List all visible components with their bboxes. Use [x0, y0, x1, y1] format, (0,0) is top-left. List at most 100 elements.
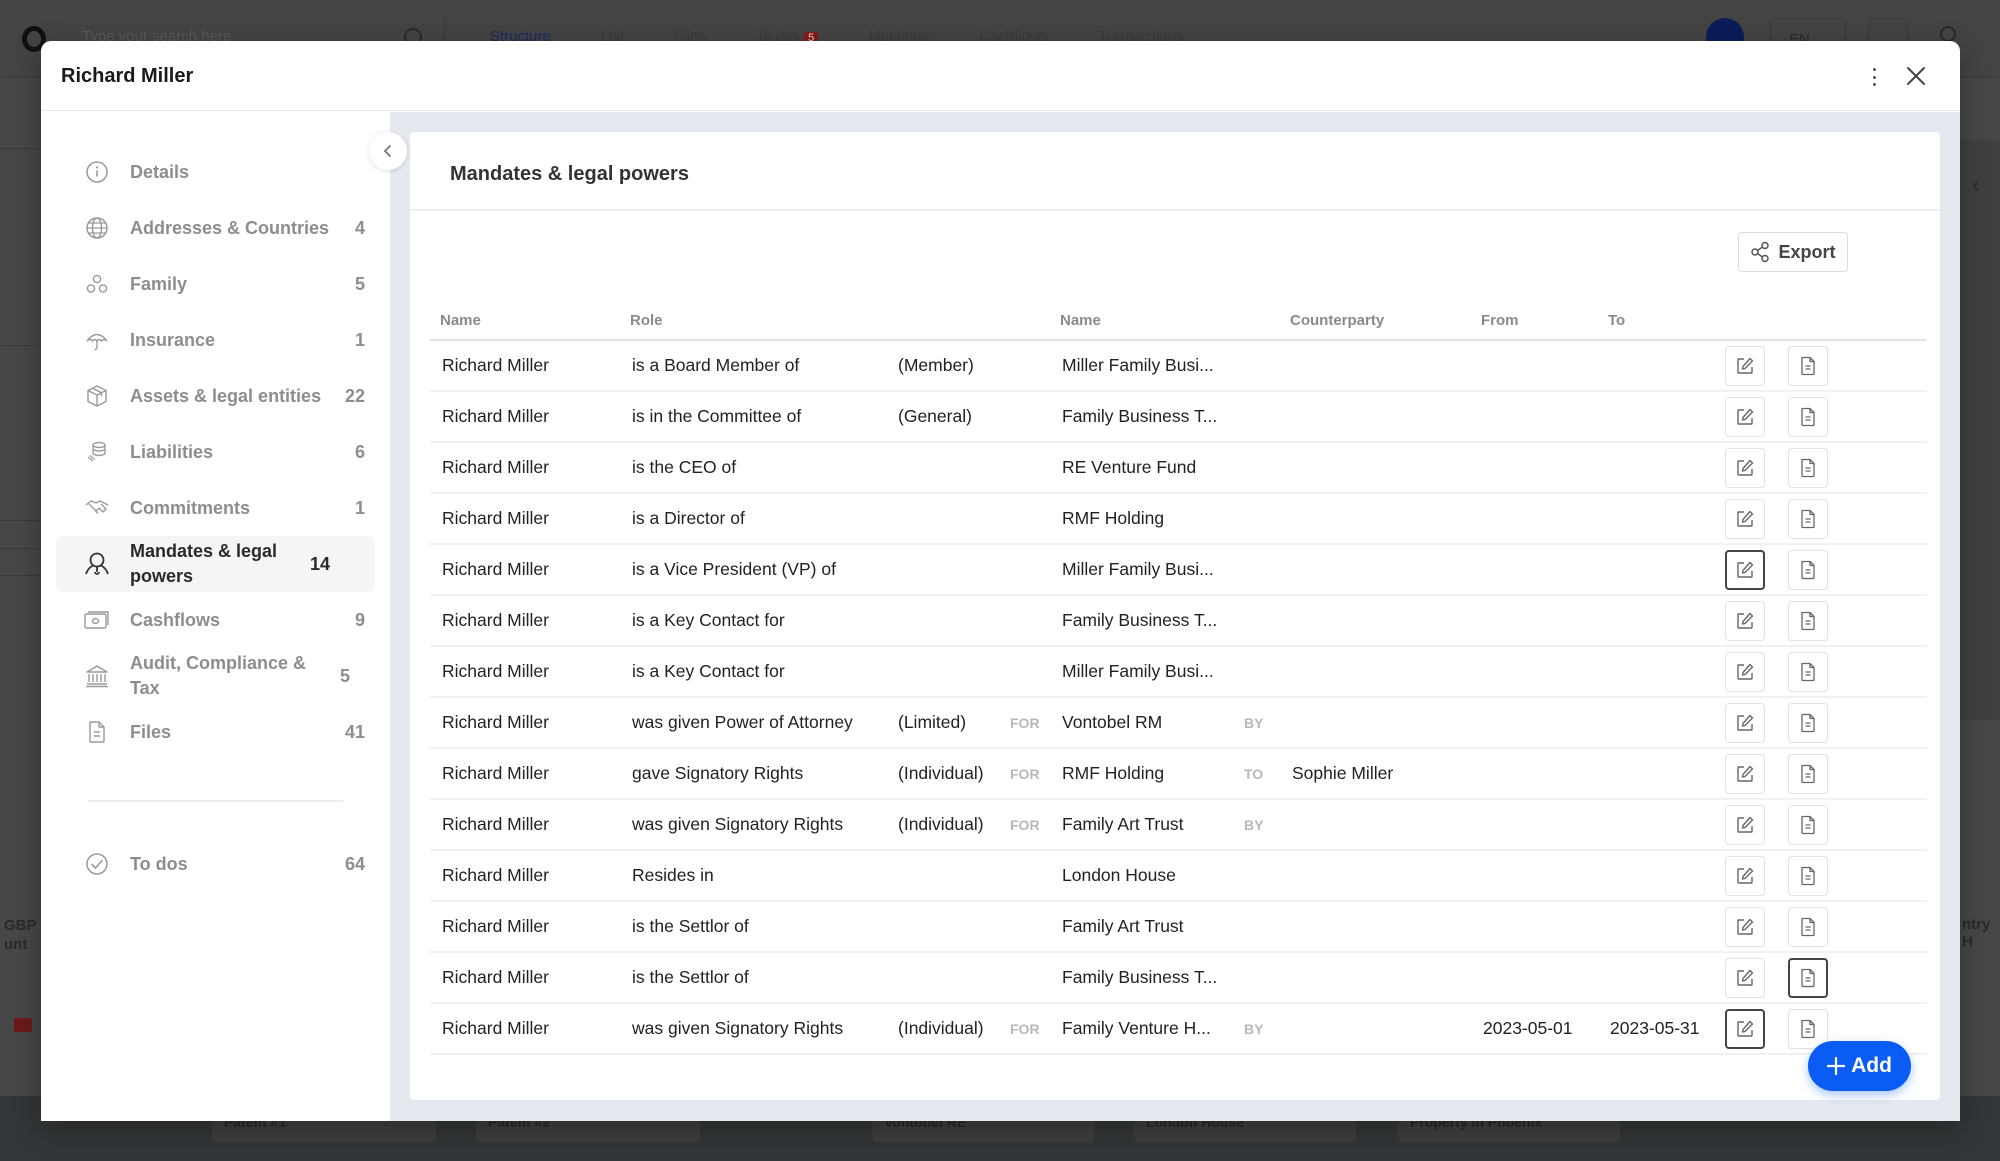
edit-icon: [1737, 714, 1754, 731]
bank-icon: [84, 663, 110, 689]
sidebar-item-liabilities[interactable]: Liabilities 6: [56, 424, 375, 480]
row-to-date: [1598, 850, 1725, 902]
edit-button[interactable]: [1725, 1008, 1765, 1049]
edit-button[interactable]: [1725, 957, 1765, 998]
table-row[interactable]: Richard Miller is a Key Contact for Miller…: [430, 646, 1927, 698]
edit-icon: [1737, 663, 1754, 680]
document-button[interactable]: [1788, 498, 1828, 539]
kebab-dot: [1872, 83, 1876, 86]
row-name-cell: Richard Miller: [430, 646, 620, 698]
table-row[interactable]: Richard Miller is in the Committee of (Gen…: [430, 391, 1927, 443]
table-row[interactable]: Richard Miller gave Signatory Rights (Indi…: [430, 748, 1927, 800]
document-button[interactable]: [1788, 855, 1828, 896]
sidebar-item-family[interactable]: Family 5: [56, 256, 375, 312]
sidebar-item-mandates[interactable]: Mandates & legal powers 14: [56, 536, 375, 592]
table-row[interactable]: Richard Miller was given Power of Attorne…: [430, 697, 1927, 749]
sidebar-item-count: 1: [354, 329, 365, 350]
edit-button[interactable]: [1725, 651, 1765, 692]
document-button[interactable]: [1788, 549, 1828, 590]
sidebar-item-addresses[interactable]: Addresses & Countries 4: [56, 200, 375, 256]
row-actions: [1725, 850, 1927, 902]
row-role-cell: is in the Committee of: [620, 391, 886, 443]
document-button[interactable]: [1788, 906, 1828, 947]
row-target-cell: Family Business T...: [1050, 595, 1236, 647]
edit-button[interactable]: [1725, 345, 1765, 386]
row-qualifier-cell: (Individual): [886, 1003, 1002, 1055]
edit-button[interactable]: [1725, 447, 1765, 488]
table-row[interactable]: Richard Miller is the Settlor of Family Ar…: [430, 901, 1927, 953]
table-row[interactable]: Richard Miller is a Director of RMF Holdin…: [430, 493, 1927, 545]
table-row[interactable]: Richard Miller is a Key Contact for Family…: [430, 595, 1927, 647]
sidebar-item-audit[interactable]: Audit, Compliance & Tax 5: [56, 648, 375, 704]
row-to-date: [1598, 595, 1725, 647]
sidebar-item-count: 6: [354, 441, 365, 462]
table-row[interactable]: Richard Miller is the CEO of RE Venture Fu…: [430, 442, 1927, 494]
more-options-button[interactable]: [1868, 65, 1880, 89]
sidebar-item-todos[interactable]: To dos 64: [56, 836, 375, 892]
sidebar-item-assets[interactable]: Assets & legal entities 22: [56, 368, 375, 424]
row-target-cell: RE Venture Fund: [1050, 442, 1236, 494]
share-icon: [1751, 241, 1770, 263]
sidebar-item-details[interactable]: Details: [56, 144, 375, 200]
edit-button[interactable]: [1725, 804, 1765, 845]
edit-button[interactable]: [1725, 600, 1765, 641]
table-row[interactable]: Richard Miller is a Vice President (VP) o…: [430, 544, 1927, 596]
row-to-date: [1598, 748, 1725, 800]
row-for-keyword: [1002, 493, 1050, 545]
row-role-cell: was given Signatory Rights: [620, 799, 886, 851]
table-row[interactable]: Richard Miller is a Board Member of (Membe…: [430, 340, 1927, 392]
document-button[interactable]: [1788, 957, 1828, 998]
document-button[interactable]: [1788, 753, 1828, 794]
row-actions: [1725, 646, 1927, 698]
collapse-sidebar-button[interactable]: [369, 132, 407, 170]
edit-button[interactable]: [1725, 396, 1765, 437]
table-row[interactable]: Richard Miller is the Settlor of Family Bu…: [430, 952, 1927, 1004]
document-button[interactable]: [1788, 651, 1828, 692]
export-button[interactable]: Export: [1738, 232, 1848, 272]
close-button[interactable]: [1903, 63, 1929, 89]
row-from-date: [1471, 442, 1598, 494]
row-counterparty-cell: [1280, 391, 1471, 443]
document-button[interactable]: [1788, 600, 1828, 641]
document-button[interactable]: [1788, 396, 1828, 437]
row-from-date: [1471, 850, 1598, 902]
add-button[interactable]: Add: [1808, 1041, 1911, 1091]
document-icon: [1801, 458, 1815, 477]
document-button[interactable]: [1788, 345, 1828, 386]
document-button[interactable]: [1788, 804, 1828, 845]
column-header-name[interactable]: Name: [430, 296, 620, 341]
column-header-to[interactable]: To: [1598, 296, 1725, 341]
sidebar-item-cashflows[interactable]: Cashflows 9: [56, 592, 375, 648]
modal-header: Richard Miller: [41, 41, 1960, 111]
row-counterparty-cell: [1280, 442, 1471, 494]
document-icon: [1801, 407, 1815, 426]
background-right-panel: [1960, 140, 2000, 720]
document-button[interactable]: [1788, 447, 1828, 488]
background-card-text: GBP unt: [4, 917, 37, 953]
column-header-counterparty[interactable]: Counterparty: [1280, 296, 1471, 341]
row-qualifier-cell: [886, 442, 1002, 494]
table-row[interactable]: Richard Miller Resides in London House: [430, 850, 1927, 902]
row-target-cell: Family Business T...: [1050, 952, 1236, 1004]
row-for-keyword: [1002, 340, 1050, 392]
edit-button[interactable]: [1725, 855, 1765, 896]
document-icon: [1801, 356, 1815, 375]
column-header-from[interactable]: From: [1471, 296, 1598, 341]
document-icon: [1801, 866, 1815, 885]
edit-button[interactable]: [1725, 906, 1765, 947]
edit-button[interactable]: [1725, 702, 1765, 743]
document-button[interactable]: [1788, 702, 1828, 743]
mandates-table: Name Role Name Counterparty From To Rich…: [430, 296, 1927, 1055]
row-target-cell: London House: [1050, 850, 1236, 902]
edit-button[interactable]: [1725, 549, 1765, 590]
edit-button[interactable]: [1725, 498, 1765, 539]
sidebar-item-commitments[interactable]: Commitments 1: [56, 480, 375, 536]
edit-button[interactable]: [1725, 753, 1765, 794]
sidebar-item-insurance[interactable]: Insurance 1: [56, 312, 375, 368]
table-row[interactable]: Richard Miller was given Signatory Rights…: [430, 799, 1927, 851]
column-header-role[interactable]: Role: [620, 296, 886, 341]
table-row[interactable]: Richard Miller was given Signatory Rights…: [430, 1003, 1927, 1055]
column-header-target-name[interactable]: Name: [1050, 296, 1236, 341]
sidebar-item-files[interactable]: Files 41: [56, 704, 375, 760]
user-icon: [1940, 26, 1956, 42]
